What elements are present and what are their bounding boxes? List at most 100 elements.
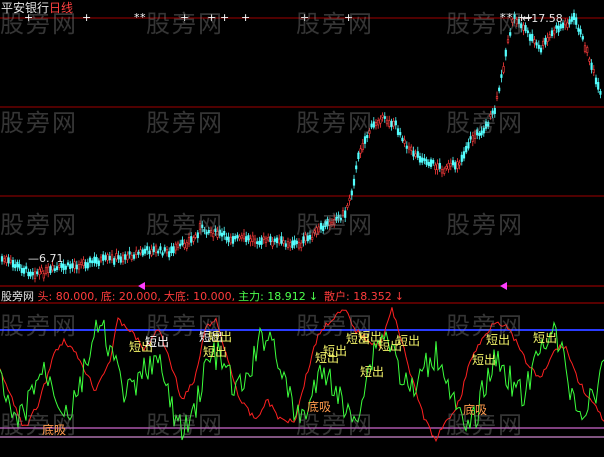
candle-body	[14, 264, 17, 269]
candle-body	[443, 168, 446, 174]
candle-body	[69, 264, 72, 269]
candle-body	[88, 257, 92, 263]
candle-body	[71, 263, 74, 269]
candle-body	[440, 169, 444, 174]
candle-body	[396, 128, 400, 135]
candle-body	[429, 159, 433, 167]
candle-body	[55, 266, 59, 271]
candle-body	[295, 240, 298, 245]
candle-body	[0, 256, 4, 262]
candle-body	[40, 267, 43, 273]
candle-body	[495, 96, 499, 99]
watermark-text: 股旁网	[296, 109, 374, 137]
candle-body	[533, 39, 536, 44]
watermark-text: 股旁网	[0, 411, 78, 439]
candle-body	[64, 265, 67, 270]
candle-body	[392, 120, 395, 127]
chart-header: 平安银行日线	[1, 1, 73, 15]
watermark-text: 股旁网	[446, 312, 524, 340]
candle-body	[258, 240, 261, 245]
candle-body	[460, 154, 463, 162]
candle-body	[44, 267, 48, 274]
candle-body	[260, 237, 263, 245]
indicator-param: 大底: 10.000,	[163, 290, 236, 303]
candle-body	[97, 260, 100, 266]
candle-body	[451, 160, 455, 166]
sell-signal-label: 短出	[486, 333, 511, 347]
candle-body	[572, 12, 576, 20]
candle-body	[594, 77, 598, 85]
candle-body	[546, 37, 549, 42]
candle-body	[377, 119, 380, 126]
candle-body	[399, 132, 402, 136]
buy-signal-label: 底吸	[42, 423, 67, 437]
indicator-params: 头: 80.000, 底: 20.000, 大底: 10.000, 主力: 18.91…	[38, 290, 410, 303]
candle-body	[278, 238, 281, 244]
candle-body	[154, 245, 158, 254]
candle-body	[86, 262, 89, 269]
down-arrow-icon: ↓	[308, 290, 319, 303]
candle-body	[438, 162, 441, 169]
candle-body	[238, 236, 241, 240]
candle-body	[95, 257, 98, 264]
sell-signal-label: 短出	[533, 331, 558, 345]
candle-body	[146, 246, 149, 251]
candle-body	[506, 39, 510, 43]
candle-body	[115, 253, 118, 260]
candle-body	[172, 246, 175, 254]
candle-body	[350, 190, 353, 196]
candle-body	[267, 237, 270, 241]
low-price-label: —6.71	[28, 252, 64, 265]
candle-body	[262, 236, 265, 240]
candle-body	[110, 254, 114, 261]
candle-body	[379, 118, 382, 124]
candle-body	[390, 120, 393, 128]
candle-body	[38, 268, 41, 276]
candle-body	[249, 238, 252, 243]
candle-body	[599, 91, 602, 95]
candle-body	[161, 252, 164, 256]
candle-body	[432, 160, 435, 164]
candle-body	[388, 120, 391, 127]
candle-body	[240, 235, 243, 239]
indicator-header: 股旁网 头: 80.000, 底: 20.000, 大底: 10.000, 主力: 1…	[1, 290, 410, 304]
candle-body	[5, 256, 8, 263]
candle-body	[271, 240, 274, 247]
sell-signal-label: 短出	[208, 330, 233, 344]
candle-body	[357, 152, 360, 160]
candle-body	[247, 235, 250, 241]
candle-body	[289, 242, 292, 247]
candle-body	[465, 146, 468, 153]
candle-body	[264, 237, 268, 244]
candle-body	[293, 239, 296, 246]
candle-body	[104, 255, 107, 260]
stock-name: 平安银行	[1, 1, 50, 15]
candle-body	[121, 254, 125, 263]
candle-body	[157, 250, 160, 254]
candle-body	[130, 254, 133, 260]
sell-signal-label: 短出	[145, 335, 170, 349]
candle-body	[36, 271, 39, 275]
candle-body	[165, 249, 169, 254]
candle-body	[256, 241, 259, 245]
candle-body	[454, 162, 457, 170]
sell-signal-label: 短出	[472, 353, 497, 367]
candle-body	[434, 164, 437, 170]
candle-body	[106, 254, 109, 261]
candle-body	[33, 271, 37, 279]
candle-body	[553, 29, 556, 35]
candle-body	[139, 249, 142, 254]
candle-body	[25, 266, 28, 270]
indicator-name: 股旁网	[1, 290, 34, 303]
candle-body	[383, 116, 386, 119]
candle-body	[403, 139, 406, 144]
candle-body	[176, 242, 180, 248]
indicator-param: 散户: 18.352	[324, 290, 392, 303]
candle-body	[152, 246, 155, 253]
buy-signal-label: 底吸	[463, 403, 488, 417]
candle-body	[542, 40, 545, 46]
candle-body	[427, 161, 430, 166]
candle-body	[498, 87, 501, 92]
watermark-text: 股旁网	[0, 211, 78, 239]
candle-body	[27, 271, 30, 277]
